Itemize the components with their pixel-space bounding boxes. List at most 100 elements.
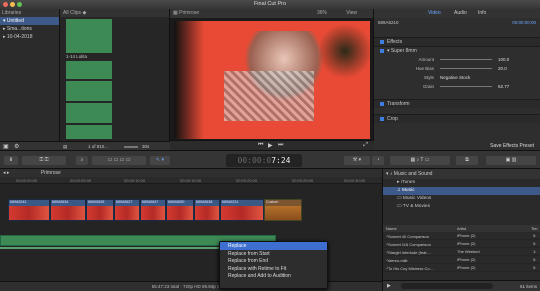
param-value[interactable]: 20.0	[498, 66, 507, 71]
play-icon[interactable]: ▶	[268, 142, 273, 149]
param-amount: Amount 100.0	[374, 55, 540, 64]
music-count: 51 items	[519, 284, 537, 289]
param-hue-bias: Hue Bias 20.0	[374, 64, 540, 73]
effects-checkbox[interactable]	[380, 39, 384, 44]
crop-section[interactable]: Crop	[374, 114, 540, 123]
param-value[interactable]: 62.77	[498, 84, 509, 89]
timeline-video-clip[interactable]: 689A5626	[86, 199, 114, 221]
browser-header: All Clips ◆	[60, 9, 169, 17]
menu-item-replace-audition[interactable]: Replace and Add to Audition	[220, 272, 327, 280]
timeline-video-clip[interactable]: 689A5638	[194, 199, 220, 221]
music-play-icon[interactable]: ▶	[387, 283, 391, 289]
library-item-event[interactable]: ▸ 10-04-2018	[0, 33, 59, 41]
inspector: Video Audio Info 689A5210 00:00:00;00 Ef…	[374, 9, 540, 150]
ruler-tick: 00:00:25:00	[292, 178, 314, 183]
effect-super8mm[interactable]: ▾ Super 8mm	[374, 46, 540, 55]
timeline-video-clip[interactable]: 689A5634	[50, 199, 86, 221]
browser-clip[interactable]	[66, 81, 112, 101]
ruler-tick: 00:00:20:00	[236, 178, 258, 183]
viewer-icon: ▦	[173, 10, 178, 16]
previous-frame-icon[interactable]: ⏮	[258, 142, 263, 149]
viewer-header: ▦ Primrose 36% View	[170, 9, 373, 18]
effects-browser-buttons[interactable]: ▣ ▥	[486, 156, 536, 165]
music-track-row[interactable]: ♪ To His Coy Mistress Co... iPhone (2) 0…	[383, 264, 540, 272]
media-browser-buttons[interactable]: ▦ ♪ T ▭	[390, 156, 450, 165]
timeline-header: ◂ ▸ Primrose	[0, 169, 382, 177]
timeline-video-clip[interactable]: 689A5650	[166, 199, 194, 221]
menu-item-replace-from-end[interactable]: Replace from End	[220, 257, 327, 265]
effects-section[interactable]: Effects	[374, 37, 540, 46]
timeline-video-clip[interactable]: 689A5231	[220, 199, 264, 221]
timeline-toolbar: ⬇ ⚿ ⚿ ⌕ ▭ ▭ ▭ ▭ ↖ ▾ 00:00:07:24 ⚒ ▾ ◔ ▦ …	[0, 150, 540, 169]
fullscreen-icon[interactable]: ⤢	[363, 142, 368, 149]
section-label: Effects	[387, 39, 403, 45]
viewer-zoom[interactable]: 36%	[317, 10, 327, 16]
transitions-button[interactable]: ⧉	[456, 156, 478, 165]
library-item-smart[interactable]: ▸ Sma...tions	[0, 25, 59, 33]
clip-name: Custom	[266, 200, 279, 204]
crop-checkbox[interactable]	[380, 116, 384, 121]
timeline-back-icon[interactable]: ◂ ▸	[3, 170, 9, 176]
param-slider[interactable]	[440, 86, 492, 87]
browser-clip[interactable]	[66, 61, 112, 79]
browser-clip[interactable]	[66, 125, 112, 139]
music-track-row[interactable]: ♪ stereo-milk iPhone (2) 0:	[383, 256, 540, 264]
next-frame-icon[interactable]: ⏭	[278, 142, 283, 149]
music-category-tv-movies[interactable]: ▭ TV & Movies	[383, 203, 540, 211]
effect-checkbox[interactable]	[380, 48, 384, 53]
title-bar: Final Cut Pro	[0, 0, 540, 9]
select-tool-button[interactable]: ↖ ▾	[150, 156, 170, 165]
column-name[interactable]: Name	[386, 226, 397, 231]
music-search-input[interactable]	[401, 283, 493, 289]
tab-audio[interactable]: Audio	[454, 10, 467, 16]
param-value[interactable]: 100.0	[498, 57, 509, 62]
clip-browser: All Clips ◆ 1-14 Lolita ▤ 1 of 910... 30…	[60, 9, 170, 150]
edit-buttons[interactable]: ▭ ▭ ▭ ▭	[92, 156, 146, 165]
column-artist[interactable]: Artist	[457, 226, 466, 231]
timeline-video-clip[interactable]: 689A5627	[114, 199, 140, 221]
music-track-row[interactable]: ♪ Sonnet 40 Comparison iPhone (2) 0:	[383, 232, 540, 240]
track-name: Sonnet 116 Comparison	[388, 242, 431, 247]
music-category-itunes[interactable]: ▸ iTunes	[383, 179, 540, 187]
import-button[interactable]: ⬇	[4, 156, 18, 165]
menu-item-replace-retime[interactable]: Replace with Retime to Fit	[220, 265, 327, 273]
transform-section[interactable]: Transform	[374, 99, 540, 108]
browser-clip[interactable]	[66, 19, 112, 53]
music-category-music-videos[interactable]: ▭ Music Videos	[383, 195, 540, 203]
param-style: Style Negative Stock	[374, 73, 540, 82]
retime-button[interactable]: ◔	[372, 156, 384, 165]
music-track-row[interactable]: ♪ Stargirl Interlude (feat.... The Weekn…	[383, 248, 540, 256]
save-effects-preset-button[interactable]: Save Effects Preset	[490, 143, 534, 149]
music-category-music[interactable]: ♫ Music	[383, 187, 540, 195]
gear-icon[interactable]: ⚙	[14, 143, 19, 150]
music-header-label: Music and Sound	[393, 171, 433, 177]
browser-filter[interactable]: All Clips	[63, 10, 81, 16]
library-item-untitled[interactable]: ▾ Untitled	[0, 17, 59, 25]
timeline-video-clip[interactable]: 689A5242	[8, 199, 50, 221]
param-label: Hue Bias	[415, 66, 434, 71]
tab-video[interactable]: Video	[428, 10, 441, 16]
enhance-button[interactable]: ⚒ ▾	[344, 156, 370, 165]
param-slider[interactable]	[440, 68, 492, 69]
style-dropdown[interactable]: Negative Stock	[440, 75, 470, 80]
tab-info[interactable]: Info	[478, 10, 486, 16]
menu-item-replace-from-start[interactable]: Replace from Start	[220, 250, 327, 258]
param-slider[interactable]	[440, 59, 492, 60]
music-track-row[interactable]: ♪ Sonnet 116 Comparison iPhone (2) 0:	[383, 240, 540, 248]
sidebar-toggle-icon[interactable]: ▣	[3, 143, 9, 150]
zoom-slider[interactable]	[124, 146, 138, 148]
category-label: TV & Movies	[402, 204, 430, 209]
viewer-frame[interactable]	[174, 21, 370, 139]
column-time[interactable]: Tim	[531, 226, 538, 231]
inspector-tabs: Video Audio Info	[374, 9, 540, 18]
dashboard-timecode[interactable]: 00:00:07:24	[226, 154, 302, 167]
timeline-ruler[interactable]: 00:00:00:00 00:00:05:00 00:00:10:00 00:0…	[0, 177, 382, 184]
browser-clip[interactable]	[66, 103, 112, 123]
menu-item-replace[interactable]: Replace	[220, 242, 327, 250]
timeline-video-clip[interactable]: 689A5647	[140, 199, 166, 221]
search-icon[interactable]: ⌕	[76, 156, 88, 165]
timeline-video-clip-custom[interactable]: Custom	[264, 199, 302, 221]
viewer-view-menu[interactable]: View	[346, 10, 357, 16]
library-controls[interactable]: ⚿ ⚿	[22, 156, 66, 165]
transform-checkbox[interactable]	[380, 101, 384, 106]
